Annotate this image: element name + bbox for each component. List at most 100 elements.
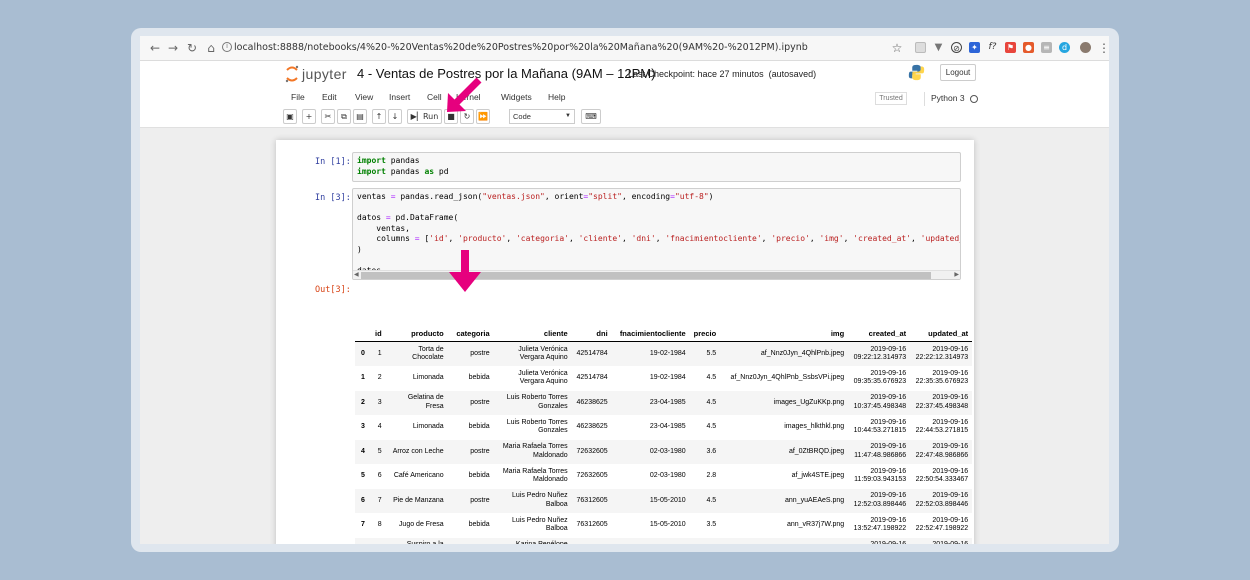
menu-widgets[interactable]: Widgets: [501, 92, 532, 102]
table-cell-id: 4: [377, 423, 382, 430]
avatar[interactable]: [1080, 42, 1091, 53]
forward-icon[interactable]: →: [166, 41, 180, 55]
table-cell-cliente: Maria Rafaela Torres Maldonado: [502, 443, 568, 459]
table-cell-categoria: bebida: [468, 423, 490, 430]
copy-icon[interactable]: ⧉: [337, 109, 351, 124]
table-cell-updated_at: 2019-09-16 22:50:54.333467: [915, 467, 969, 484]
table-cell-precio: 4.5: [706, 423, 717, 430]
reload-icon[interactable]: ↻: [185, 41, 199, 55]
notebook-title[interactable]: 4 - Ventas de Postres por la Mañana (9AM…: [357, 66, 655, 81]
table-cell-cliente: Maria Rafaela Torres Maldonado: [502, 467, 568, 484]
table-cell-dni: 72632605: [576, 447, 608, 455]
table-cell-index: 2: [361, 398, 365, 406]
table-cell-categoria: bebida: [468, 472, 490, 479]
kernel-name[interactable]: Python 3: [931, 93, 965, 103]
dp-icon[interactable]: d: [1059, 42, 1070, 53]
trusted-badge[interactable]: Trusted: [875, 92, 907, 105]
divider: [924, 92, 925, 106]
scroll-left-icon[interactable]: ◀: [354, 271, 359, 279]
insert-cell-icon[interactable]: +: [302, 109, 316, 124]
move-up-icon[interactable]: ↑: [372, 109, 386, 124]
table-cell-precio: 4.5: [706, 496, 717, 504]
code-cell-1[interactable]: import pandas import pandas as pd: [352, 152, 961, 182]
table-cell-created_at: 2019-09-16 09:22:12.314973: [853, 345, 907, 362]
table-cell-index: 5: [361, 472, 365, 479]
table-cell-updated_at: 2019-09-16 22:44:53.271815: [915, 418, 969, 435]
column-header-index: [355, 326, 371, 342]
logout-button[interactable]: Logout: [940, 64, 976, 81]
menu-cell[interactable]: Cell: [427, 92, 442, 102]
cut-icon[interactable]: ✂: [321, 109, 335, 124]
pointer-arrow-categoria-icon: [449, 250, 481, 292]
menu-view[interactable]: View: [355, 92, 373, 102]
column-header-precio: precio: [689, 326, 721, 342]
table-cell-producto: Limonada: [412, 374, 444, 381]
column-header-dni: dni: [571, 326, 612, 342]
horizontal-scrollbar[interactable]: ◀ ▶: [353, 270, 960, 279]
menu-bar: File Edit View Insert Cell Kernel Widget…: [283, 89, 978, 107]
table-cell-producto: Limonada: [412, 423, 444, 430]
menu-edit[interactable]: Edit: [322, 92, 337, 102]
save-icon[interactable]: ▣: [283, 109, 297, 124]
table-cell-index: 4: [361, 447, 365, 455]
table-cell-producto: Jugo de Fresa: [398, 521, 444, 528]
code-content-1[interactable]: import pandas import pandas as pd: [353, 153, 960, 180]
table-cell-fnacimientocliente: 19-02-1984: [649, 349, 686, 357]
back-icon[interactable]: ←: [148, 41, 162, 55]
table-cell-dni: 76322423: [572, 538, 612, 545]
fx-icon[interactable]: f?: [987, 42, 998, 53]
run-button[interactable]: ▶▏Run: [407, 109, 442, 124]
scroll-right-icon[interactable]: ▶: [954, 271, 959, 279]
extension-square-icon[interactable]: [915, 42, 926, 53]
table-cell-id: 6: [377, 472, 382, 479]
home-icon[interactable]: ⌂: [204, 41, 218, 55]
cell-type-value: Code: [513, 112, 531, 121]
paste-icon[interactable]: ▤: [353, 109, 367, 124]
menu-dots-icon[interactable]: ⋮: [1097, 41, 1109, 55]
table-cell-img: ann_yuAEAeS.png: [785, 496, 845, 504]
dataframe-table: id producto categoria cliente dni fnacimiento…: [355, 326, 973, 545]
table-cell-index: 3: [361, 423, 365, 430]
table-cell-fnacimientocliente: 15-05-2010: [649, 521, 686, 528]
table-cell-fnacimientocliente: 23-04-1985: [649, 423, 686, 430]
table-cell-fnacimientocliente: 15-05-2010: [649, 496, 686, 504]
cell-prompt-in3: In [3]:: [315, 193, 351, 203]
code-content-3[interactable]: ventas = pandas.read_json("ventas.json",…: [353, 189, 960, 279]
menu-insert[interactable]: Insert: [389, 92, 410, 102]
table-row: 0 1 Torta de Chocolate postre Julieta Veróni…: [355, 341, 973, 366]
table-cell-precio: 5.5: [706, 349, 717, 357]
pdf-extension-icon[interactable]: ⚑: [1005, 42, 1016, 53]
code-cell-3[interactable]: ventas = pandas.read_json("ventas.json",…: [352, 188, 961, 280]
table-cell-categoria: postre: [470, 349, 490, 357]
jupyter-logo-icon[interactable]: [284, 64, 300, 84]
lastpass-icon[interactable]: ●: [1023, 42, 1034, 53]
messenger-icon[interactable]: ✦: [969, 42, 980, 53]
table-row: 89Suspiro a la LimeñapostreKarina Penélo…: [355, 537, 973, 545]
url-field[interactable]: localhost:8888/notebooks/4%20-%20Ventas%…: [234, 42, 808, 53]
column-header-categoria: categoria: [447, 326, 494, 342]
notes-icon[interactable]: ≡: [1041, 42, 1052, 53]
menu-help[interactable]: Help: [548, 92, 565, 102]
table-cell-dni: 72632605: [576, 472, 608, 479]
info-icon[interactable]: i: [222, 42, 232, 52]
browser-window: ← → ↻ ⌂ i localhost:8888/notebooks/4%20-…: [140, 36, 1109, 544]
table-cell-img: ann_vR37j7W.png: [786, 521, 845, 528]
move-down-icon[interactable]: ↓: [388, 109, 402, 124]
star-icon[interactable]: ☆: [890, 41, 904, 55]
column-header-cliente: cliente: [493, 326, 572, 342]
menu-file[interactable]: File: [291, 92, 305, 102]
cell-type-select[interactable]: Code ▼: [509, 109, 575, 124]
table-cell-index: 1: [361, 374, 365, 381]
table-cell-index: 7: [361, 521, 365, 528]
keyboard-icon[interactable]: ⌨: [581, 109, 601, 124]
table-cell-img: amn_WIKjRre.png: [720, 538, 848, 545]
table-cell-created_at: 2019-09-16 09:35:35.676923: [853, 369, 907, 386]
table-row: 6 7 Pie de Manzana postre Luis Pedro Nuñez B…: [355, 488, 973, 513]
column-header-img: img: [720, 326, 849, 342]
table-cell-producto: Gelatina de Fresa: [407, 394, 444, 410]
table-cell-id: 5: [377, 447, 382, 455]
table-cell-id: 8: [377, 521, 382, 528]
funnel-icon[interactable]: ▼: [933, 42, 944, 53]
table-cell-img: images_UgZuKKp.png: [773, 398, 845, 406]
blocked-icon[interactable]: ⊘: [951, 42, 962, 53]
